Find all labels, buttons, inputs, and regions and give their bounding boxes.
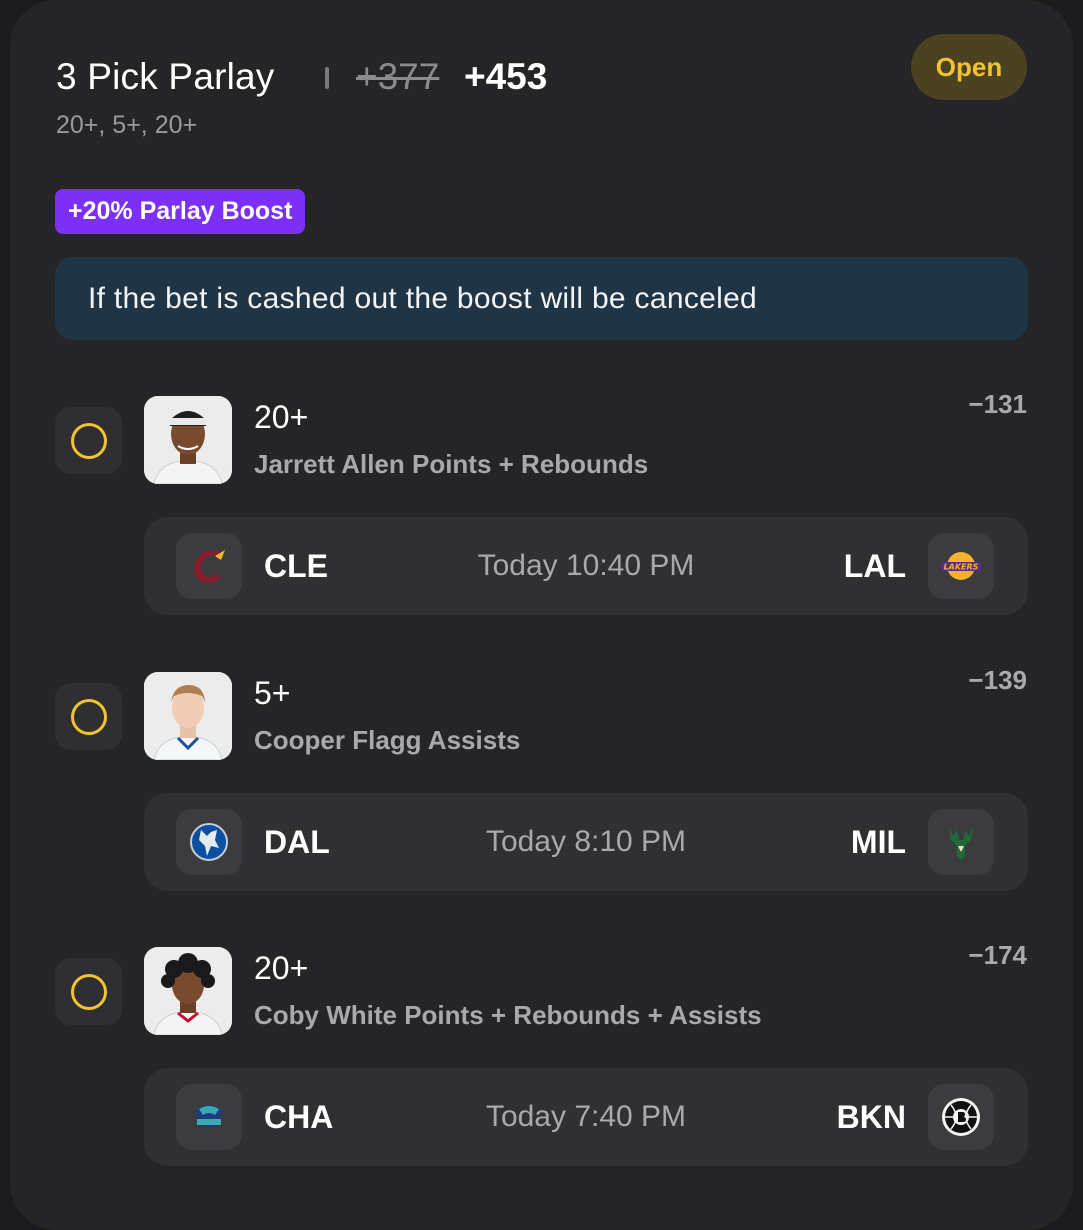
- matchup-bar[interactable]: CLE Today 10:40 PM LAL LAKERS: [144, 517, 1028, 615]
- parlay-leg[interactable]: 20+ Coby White Points + Rebounds + Assis…: [0, 940, 1083, 1186]
- pending-circle-icon: [70, 698, 107, 735]
- leg-description: Cooper Flagg Assists: [254, 725, 521, 755]
- leg-line: 20+: [254, 950, 309, 986]
- leg-odds: −131: [968, 389, 1027, 419]
- boosted-odds: +453: [464, 56, 548, 97]
- parlay-boost-badge: +20% Parlay Boost: [55, 189, 306, 234]
- home-team-abbr: BKN: [836, 1099, 906, 1135]
- matchup-bar[interactable]: DAL Today 8:10 PM MIL: [144, 793, 1028, 891]
- player-photo: [144, 396, 232, 484]
- parlay-leg[interactable]: 20+ Jarrett Allen Points + Rebounds −131…: [0, 389, 1083, 635]
- player-photo: [144, 947, 232, 1035]
- status-badge: Open: [911, 34, 1027, 100]
- lakers-logo-icon: LAKERS: [928, 533, 994, 599]
- boost-notice-text: If the bet is cashed out the boost will …: [88, 281, 758, 315]
- matchup-bar[interactable]: CHA Today 7:40 PM BKN: [144, 1068, 1028, 1166]
- home-team-abbr: MIL: [850, 824, 906, 860]
- leg-line: 5+: [254, 675, 291, 711]
- leg-status-indicator: [55, 683, 122, 750]
- original-odds: +377: [356, 56, 440, 97]
- parlay-title: 3 Pick Parlay: [56, 56, 275, 97]
- parlay-leg[interactable]: 5+ Cooper Flagg Assists −139 DAL Today 8…: [0, 665, 1083, 911]
- player-photo: [144, 672, 232, 760]
- home-team-abbr: LAL: [843, 548, 906, 584]
- leg-status-indicator: [55, 958, 122, 1025]
- leg-description: Jarrett Allen Points + Rebounds: [254, 449, 649, 479]
- boost-notice: If the bet is cashed out the boost will …: [55, 257, 1028, 340]
- pending-circle-icon: [70, 973, 107, 1010]
- leg-line: 20+: [254, 399, 309, 435]
- bucks-logo-icon: [928, 809, 994, 875]
- nets-logo-icon: [928, 1084, 994, 1150]
- parlay-legs-summary: 20+, 5+, 20+: [56, 111, 198, 139]
- header-divider: [325, 67, 329, 89]
- pending-circle-icon: [70, 422, 107, 459]
- svg-text:LAKERS: LAKERS: [944, 563, 979, 572]
- leg-description: Coby White Points + Rebounds + Assists: [254, 1000, 762, 1030]
- leg-odds: −174: [968, 940, 1027, 970]
- leg-status-indicator: [55, 407, 122, 474]
- leg-odds: −139: [968, 665, 1027, 695]
